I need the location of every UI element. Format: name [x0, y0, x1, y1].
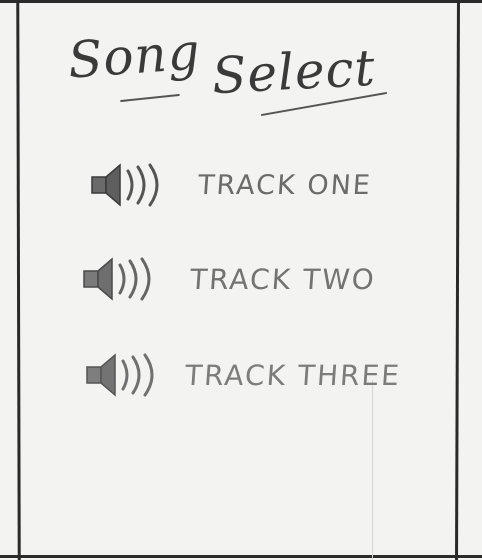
- track-two-label: TRACK TWO: [188, 262, 377, 296]
- track-three-label: TRACK THREE: [183, 358, 403, 392]
- speaker-icon: [86, 353, 154, 397]
- sketch-page: Song Select TRACK ONE TRACK TWO TRACK TH…: [0, 0, 482, 560]
- track-one-item[interactable]: TRACK ONE: [90, 161, 373, 209]
- speaker-icon: [83, 257, 151, 301]
- track-two-item[interactable]: TRACK TWO: [82, 255, 377, 303]
- title-word-select: Select: [210, 38, 377, 106]
- title-underline-song: [120, 93, 180, 103]
- page-title: Song Select: [64, 21, 388, 141]
- speaker-icon: [91, 163, 159, 207]
- track-three-item[interactable]: TRACK THREE: [85, 351, 403, 399]
- track-one-label: TRACK ONE: [196, 169, 373, 201]
- title-word-song: Song: [66, 22, 203, 90]
- song-select-screen: Song Select TRACK ONE TRACK TWO TRACK TH…: [20, 3, 456, 555]
- frame-bottom-border: [0, 555, 482, 558]
